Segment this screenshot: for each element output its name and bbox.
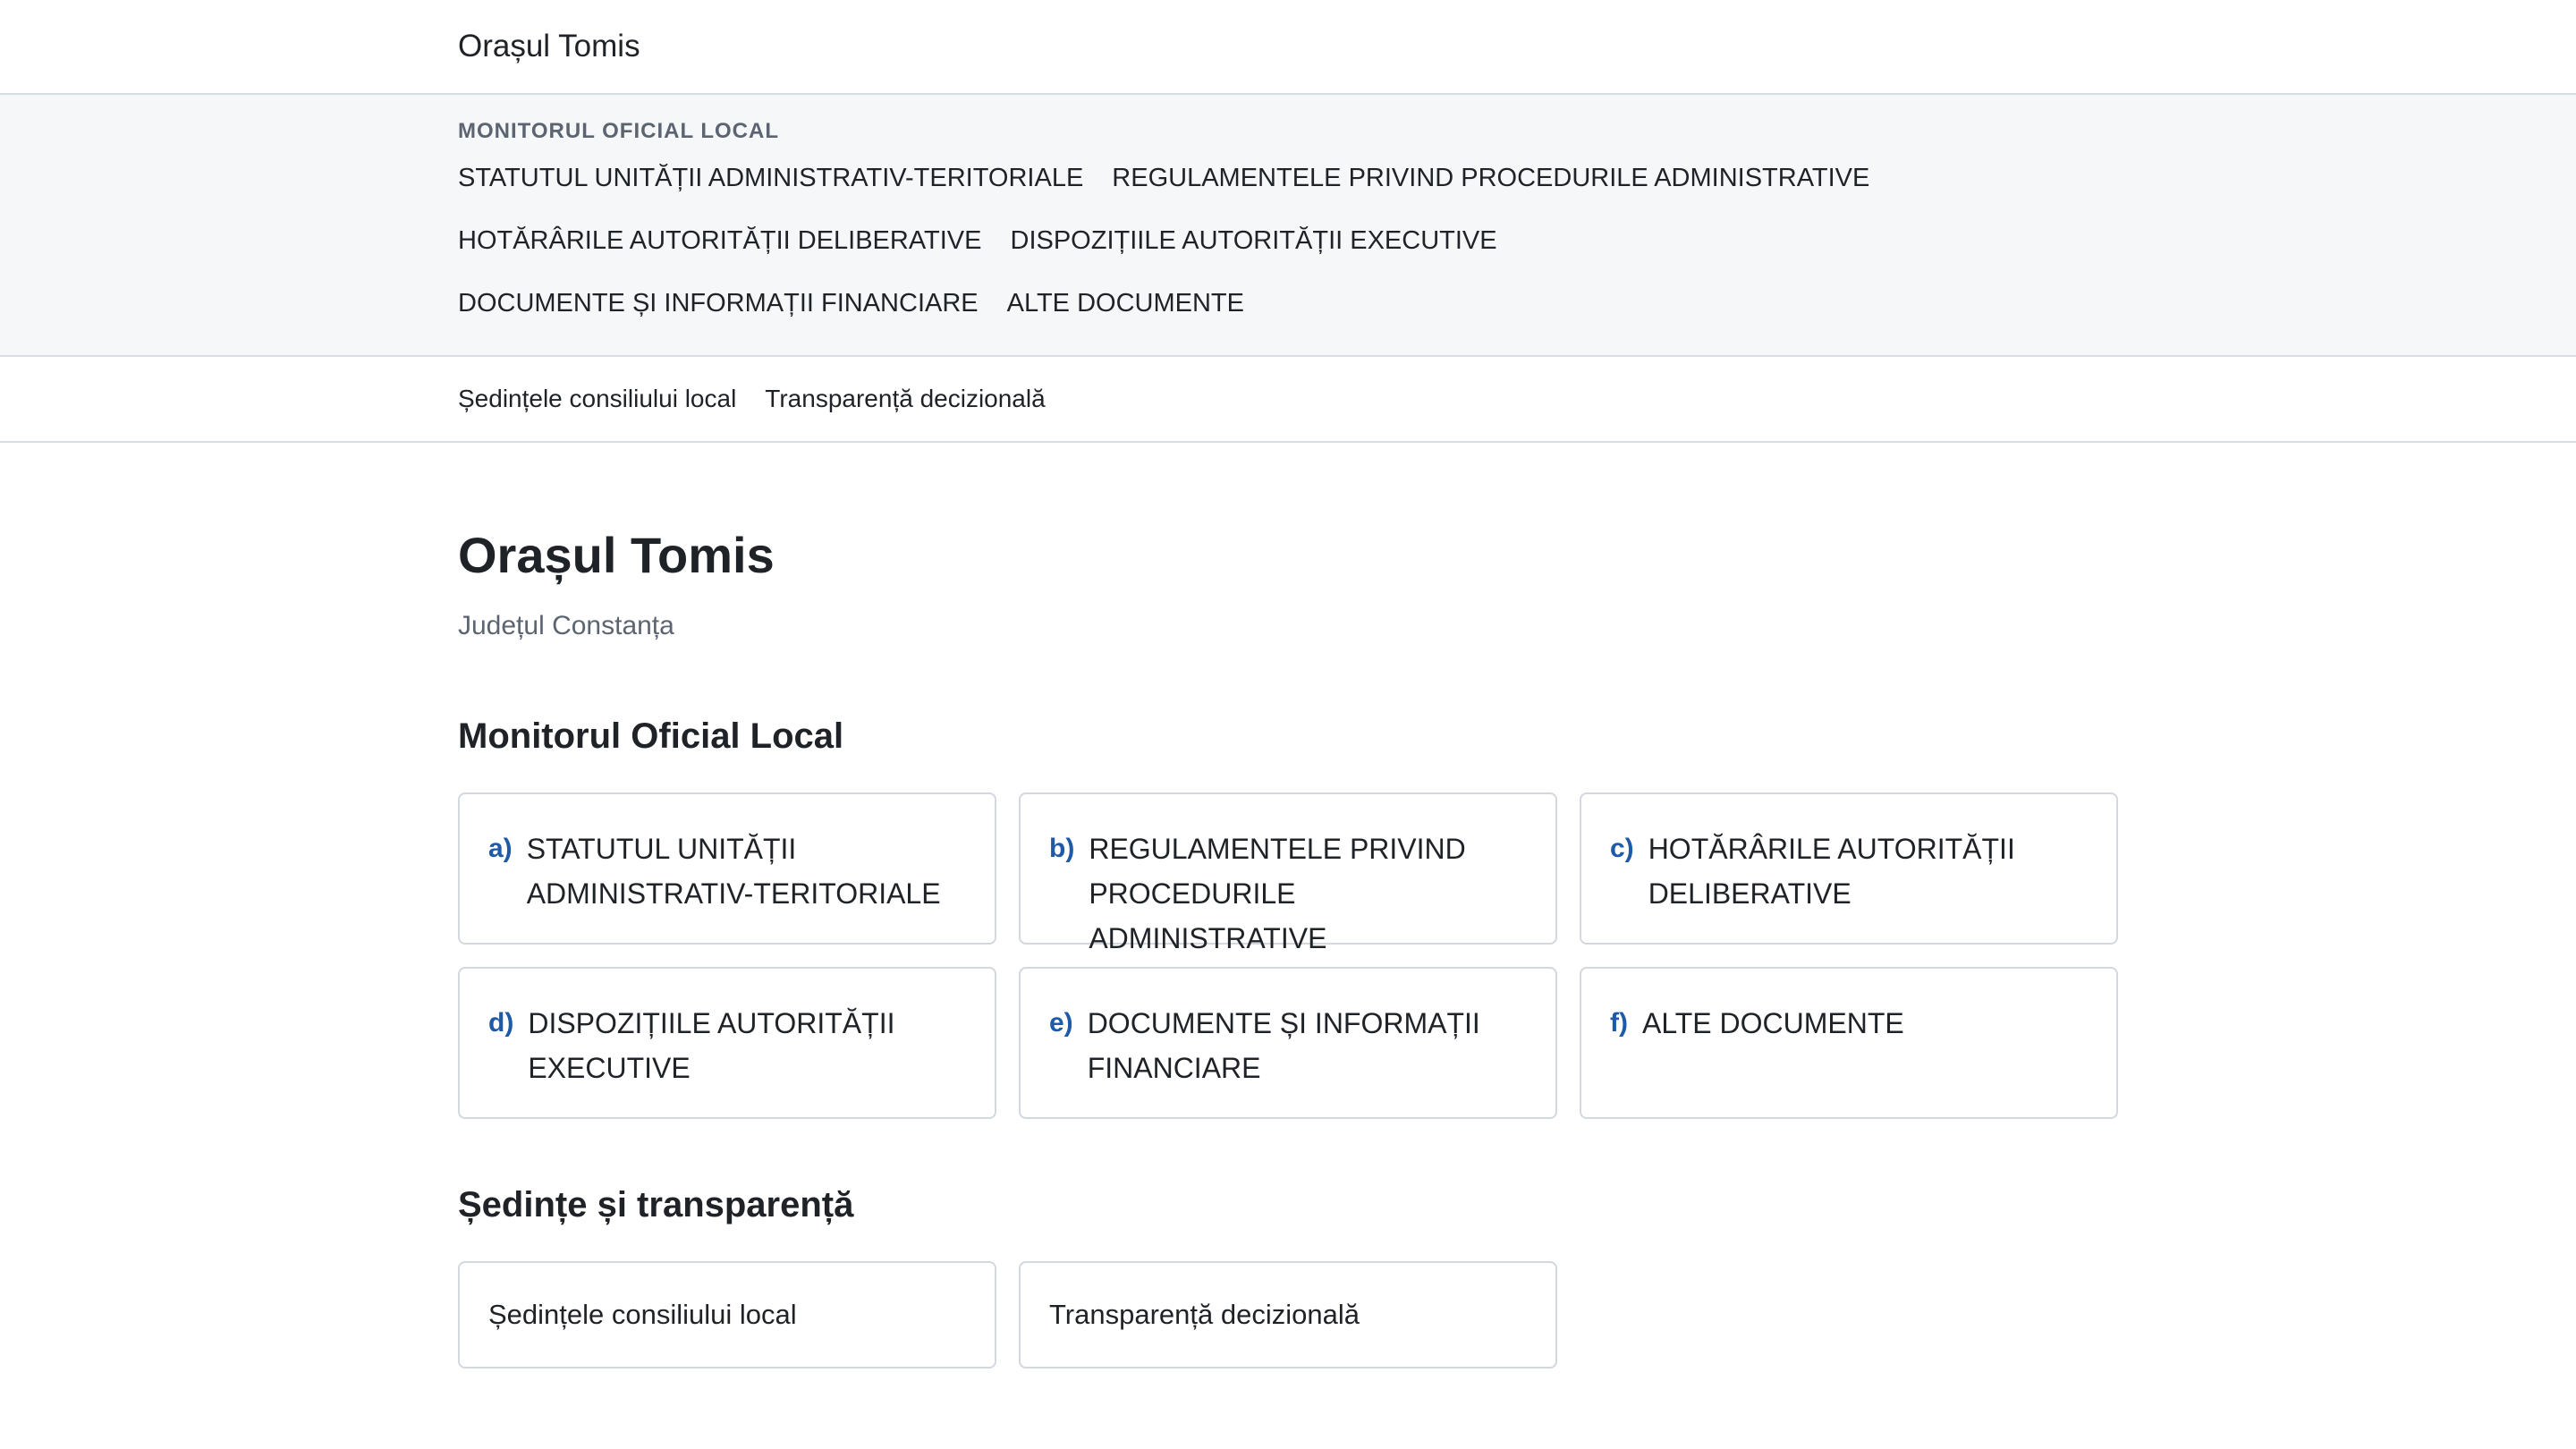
monitor-oficial-nav: MONITORUL OFICIAL LOCAL STATUTUL UNITĂȚI… [0, 95, 2576, 357]
monitor-section-heading: Monitorul Oficial Local [458, 716, 844, 756]
card-label: ALTE DOCUMENTE [1641, 1007, 1904, 1039]
card-letter: d) [488, 1008, 514, 1038]
monitor-nav-link-hotararile[interactable]: HOTĂRÂRILE AUTORITĂȚII DELIBERATIVE [458, 218, 982, 263]
card-letter: a) [488, 834, 513, 863]
card-label: REGULAMENTELE PRIVIND PROCEDURILE ADMINI… [1089, 833, 1466, 954]
sub-nav-link-transparenta[interactable]: Transparență decizională [765, 385, 1045, 413]
page-subtitle: Județul Constanța [458, 611, 674, 640]
card-label: Ședințele consiliului local [488, 1299, 797, 1330]
sub-nav-link-sedintele[interactable]: Ședințele consiliului local [458, 385, 736, 413]
site-title-link[interactable]: Orașul Tomis [458, 29, 640, 64]
card-label: STATUTUL UNITĂȚII ADMINISTRATIV-TERITORI… [526, 833, 941, 910]
sedinte-card-grid: Ședințele consiliului local Transparență… [458, 1261, 2118, 1368]
sedinte-card-transparenta[interactable]: Transparență decizională [1019, 1261, 1557, 1368]
site-header: Orașul Tomis [0, 0, 2576, 95]
card-label: DISPOZIȚIILE AUTORITĂȚII EXECUTIVE [528, 1007, 895, 1084]
secondary-nav: Ședințele consiliului local Transparență… [0, 357, 2576, 443]
monitor-nav-link-alte-documente[interactable]: ALTE DOCUMENTE [1007, 281, 1244, 326]
monitor-card-alte-documente[interactable]: f) ALTE DOCUMENTE [1580, 967, 2118, 1119]
monitor-nav-link-statutul[interactable]: STATUTUL UNITĂȚII ADMINISTRATIV-TERITORI… [458, 156, 1083, 200]
monitor-nav-heading: MONITORUL OFICIAL LOCAL [458, 119, 779, 143]
monitor-nav-links: STATUTUL UNITĂȚII ADMINISTRATIV-TERITORI… [458, 156, 1979, 326]
monitor-nav-link-dispozitiile[interactable]: DISPOZIȚIILE AUTORITĂȚII EXECUTIVE [1011, 218, 1497, 263]
monitor-card-statutul[interactable]: a) STATUTUL UNITĂȚII ADMINISTRATIV-TERIT… [458, 792, 996, 945]
monitor-nav-link-regulamentele[interactable]: REGULAMENTELE PRIVIND PROCEDURILE ADMINI… [1112, 156, 1869, 200]
card-label: HOTĂRÂRILE AUTORITĂȚII DELIBERATIVE [1648, 833, 2015, 910]
card-letter: c) [1610, 834, 1634, 863]
monitor-nav-link-documente-financiare[interactable]: DOCUMENTE ȘI INFORMAȚII FINANCIARE [458, 281, 979, 326]
card-label: DOCUMENTE ȘI INFORMAȚII FINANCIARE [1087, 1007, 1480, 1084]
monitor-card-dispozitiile[interactable]: d) DISPOZIȚIILE AUTORITĂȚII EXECUTIVE [458, 967, 996, 1119]
monitor-card-grid: a) STATUTUL UNITĂȚII ADMINISTRATIV-TERIT… [458, 792, 2118, 1119]
card-label: Transparență decizională [1049, 1299, 1360, 1330]
sedinte-section-heading: Ședințe și transparență [458, 1185, 854, 1224]
page-title: Orașul Tomis [458, 527, 775, 583]
monitor-card-hotararile[interactable]: c) HOTĂRÂRILE AUTORITĂȚII DELIBERATIVE [1580, 792, 2118, 945]
card-letter: e) [1049, 1008, 1073, 1038]
card-letter: f) [1610, 1008, 1628, 1038]
monitor-card-regulamentele[interactable]: b) REGULAMENTELE PRIVIND PROCEDURILE ADM… [1019, 792, 1557, 954]
card-letter: b) [1049, 834, 1075, 863]
monitor-card-documente-financiare[interactable]: e) DOCUMENTE ȘI INFORMAȚII FINANCIARE [1019, 967, 1557, 1119]
sedinte-card-consiliu[interactable]: Ședințele consiliului local [458, 1261, 996, 1368]
